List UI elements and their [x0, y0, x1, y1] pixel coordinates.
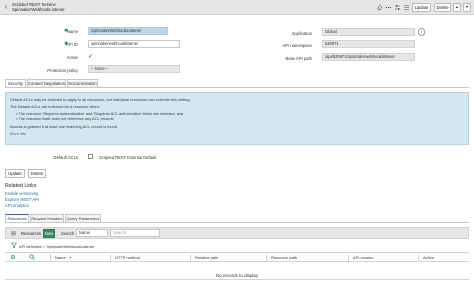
tab-security[interactable]: Security — [5, 79, 26, 87]
api-id-label: API ID — [65, 42, 78, 47]
info-line: The Default ACLs are enforced for a reso… — [10, 104, 100, 109]
column-separator — [190, 254, 191, 261]
tab-query-parameters[interactable]: Query Parameters — [65, 214, 101, 222]
default-acls-label: Default ACLs — [53, 155, 78, 160]
menu-icon[interactable] — [403, 3, 410, 12]
tab-request-headers[interactable]: Request Headers — [30, 214, 64, 222]
name-input[interactable]: SpinnakerWebhookListener — [88, 27, 168, 35]
sliders-icon[interactable] — [394, 3, 401, 12]
column-separator — [418, 254, 419, 261]
search-icon[interactable] — [29, 254, 35, 260]
column-active[interactable]: Active — [423, 255, 434, 260]
column-separator — [348, 254, 349, 261]
sort-ascending-icon[interactable]: ▲ — [69, 255, 72, 259]
more-icon[interactable] — [385, 3, 392, 12]
tab-divider — [5, 87, 469, 88]
column-http-method[interactable]: HTTP method — [115, 255, 140, 260]
default-acls-value[interactable]: Scripted REST External Default — [99, 155, 156, 160]
column-relative-path[interactable]: Relative path — [195, 255, 218, 260]
list-menu-icon[interactable] — [10, 230, 17, 237]
tab-content-negotiation[interactable]: Content Negotiation — [27, 79, 66, 87]
back-arrow-icon[interactable]: ‹ — [2, 3, 10, 12]
list-title: Resources — [21, 231, 42, 236]
tab-documentation[interactable]: Documentation — [67, 79, 98, 87]
attachment-icon[interactable] — [376, 3, 383, 12]
list-toolbar: Resources New Search Name Search — [5, 227, 469, 239]
column-separator — [266, 254, 267, 261]
base-api-path-label: Base API path — [285, 56, 312, 61]
explore-rest-api-link[interactable]: Explore REST API — [5, 197, 39, 202]
related-links-title: Related Links — [5, 183, 37, 189]
delete-button[interactable]: Delete — [434, 3, 451, 12]
record-title: SpinnakerWebhookListener — [12, 7, 65, 12]
protection-policy-label: Protection policy — [47, 68, 78, 73]
info-line: Access is granted if at least one matchi… — [10, 124, 118, 129]
active-label: Active — [66, 55, 78, 60]
search-input[interactable]: Search — [110, 229, 160, 237]
api-id-input[interactable]: spinnakerwebhooklistener — [88, 40, 180, 48]
list-breadcrumb[interactable]: API definition = SpinnakerWebhookListene… — [19, 244, 94, 249]
column-resource-path[interactable]: Resource path — [271, 255, 297, 260]
column-separator — [50, 254, 51, 261]
api-namespace-input: 520971 — [322, 40, 415, 48]
previous-record-button[interactable]: ▲ — [453, 3, 461, 12]
form-header: ‹ Scripted REST Service SpinnakerWebhook… — [0, 0, 474, 15]
update-button[interactable]: Update — [412, 3, 431, 12]
column-header-row — [5, 252, 469, 262]
info-line: Default ACLs may be selected to apply to… — [10, 97, 191, 102]
delete-button-bottom[interactable]: Delete — [28, 169, 46, 178]
api-analytics-link[interactable]: API analytics — [5, 203, 29, 208]
filter-icon[interactable] — [10, 242, 18, 249]
application-input: Global — [322, 28, 415, 36]
update-button-bottom[interactable]: Update — [5, 169, 25, 178]
search-field-select[interactable]: Name — [76, 229, 108, 237]
application-label: Application — [291, 31, 313, 36]
enable-versioning-link[interactable]: Enable versioning — [5, 191, 38, 196]
empty-list-message: No records to display — [215, 273, 259, 278]
search-label: Search — [61, 231, 75, 236]
column-separator — [110, 254, 111, 261]
column-name[interactable]: Name — [55, 255, 66, 260]
tab-resources[interactable]: Resources — [5, 214, 29, 222]
base-api-path-input: /api/520971/spinnakerwebhooklistener — [322, 53, 415, 61]
active-checkbox[interactable]: ✓ — [88, 53, 93, 60]
column-api-version[interactable]: API version — [353, 255, 373, 260]
protection-policy-select[interactable]: -- None -- — [88, 65, 180, 73]
name-label: Name — [66, 29, 78, 34]
settings-gear-icon[interactable] — [10, 254, 16, 260]
security-info-message: Default ACLs may be selected to apply to… — [5, 92, 469, 145]
api-namespace-label: API namespace — [282, 43, 312, 48]
new-button[interactable]: New — [43, 229, 55, 238]
info-line: • The resource itself does not reference… — [16, 116, 114, 121]
related-tab-divider — [5, 222, 469, 223]
info-icon[interactable]: i — [418, 28, 425, 36]
default-acls-checkbox[interactable] — [88, 154, 93, 159]
next-record-button[interactable]: ▼ — [463, 3, 471, 12]
more-info-link[interactable]: More info — [10, 131, 26, 136]
